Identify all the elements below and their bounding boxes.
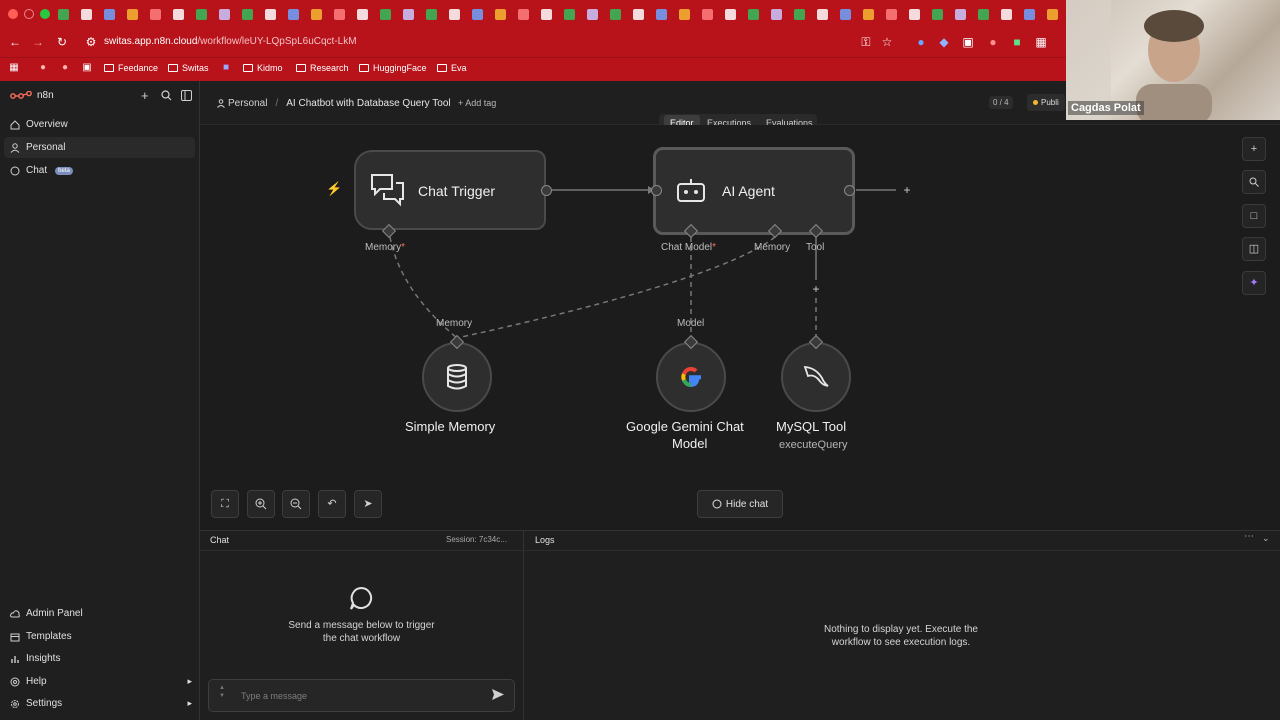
- port-label-memory: Memory*: [365, 242, 405, 253]
- message-input[interactable]: [208, 679, 515, 712]
- add-tool-button[interactable]: +: [809, 282, 823, 296]
- hide-chat-button[interactable]: Hide chat: [697, 490, 783, 518]
- port-label-text: Chat Model: [661, 242, 713, 253]
- session-id[interactable]: Session: 7c34c...: [446, 535, 507, 544]
- chevron-down-icon[interactable]: ⌄: [1262, 533, 1270, 544]
- chat-empty-line2: the chat workflow: [322, 633, 401, 644]
- undo-button[interactable]: ↶: [318, 490, 346, 518]
- node-mysql-title: MySQL Tool: [776, 419, 847, 434]
- node-chat-trigger-title: Chat Trigger: [418, 183, 496, 199]
- chat-icon: [712, 499, 722, 509]
- database-icon: [447, 364, 467, 390]
- panel-toggle-button[interactable]: ◫: [1242, 237, 1266, 261]
- chat-panel-divider: [200, 550, 524, 551]
- port-label-memory: Memory: [754, 242, 791, 253]
- node-gemini-title: Google Gemini Chat: [626, 419, 744, 434]
- fit-view-button[interactable]: ⛶: [211, 490, 239, 518]
- node-gemini-title-line2: Model: [672, 436, 708, 451]
- node-simple-memory-title: Simple Memory: [405, 419, 496, 434]
- port-label-tool: Tool: [806, 242, 825, 253]
- search-nodes-button[interactable]: [1242, 170, 1266, 194]
- add-node-button[interactable]: +: [1242, 137, 1266, 161]
- mysql-dolphin-icon: [803, 365, 829, 387]
- webcam-name-label: Cagdas Polat: [1068, 101, 1144, 115]
- logs-empty-line1: Nothing to display yet. Execute the: [824, 624, 978, 635]
- port-label-text: Memory: [365, 242, 402, 253]
- more-options-icon[interactable]: ⋯: [1244, 531, 1254, 542]
- logs-empty-message: Nothing to display yet. Execute the work…: [810, 623, 992, 649]
- zoom-in-icon: [255, 498, 267, 510]
- chat-panel-title: Chat: [210, 535, 230, 545]
- zoom-out-icon: [290, 498, 302, 510]
- chat-bubble-icon: [350, 586, 373, 610]
- node-ai-agent-title: AI Agent: [722, 183, 775, 199]
- logs-panel-divider: [524, 550, 1280, 551]
- history-arrows-icon[interactable]: ▲ ▼: [219, 684, 225, 700]
- robot-icon: [677, 179, 705, 202]
- required-marker: *: [712, 242, 717, 253]
- port-label-chat-model: Chat Model*: [661, 242, 716, 253]
- zoom-out-button[interactable]: [282, 490, 310, 518]
- chat-empty-message: Send a message below to trigger the chat…: [280, 619, 443, 645]
- add-next-node-button[interactable]: +: [900, 183, 914, 197]
- tidy-up-button[interactable]: ➤: [354, 490, 382, 518]
- input-port[interactable]: [651, 185, 662, 196]
- output-port[interactable]: [844, 185, 855, 196]
- logs-empty-line2: workflow to see execution logs.: [831, 637, 971, 648]
- zoom-in-button[interactable]: [247, 490, 275, 518]
- chat-empty-line1: Send a message below to trigger: [288, 620, 435, 631]
- port-label-memory: Memory: [436, 318, 473, 329]
- port-label-model: Model: [677, 318, 705, 329]
- send-icon[interactable]: [491, 688, 505, 701]
- node-mysql-subtitle: executeQuery: [779, 439, 848, 451]
- logs-panel-title: Logs: [535, 535, 555, 545]
- search-icon: [1249, 177, 1259, 187]
- google-logo-icon: [681, 366, 701, 388]
- sticky-note-button[interactable]: □: [1242, 204, 1266, 228]
- hide-chat-label: Hide chat: [725, 498, 769, 510]
- ai-assistant-button[interactable]: ✦: [1242, 271, 1266, 295]
- chat-bubbles-icon: [371, 174, 404, 207]
- required-marker: *: [401, 242, 406, 253]
- output-port[interactable]: [541, 185, 552, 196]
- trigger-lightning-icon: ⚡: [326, 181, 343, 196]
